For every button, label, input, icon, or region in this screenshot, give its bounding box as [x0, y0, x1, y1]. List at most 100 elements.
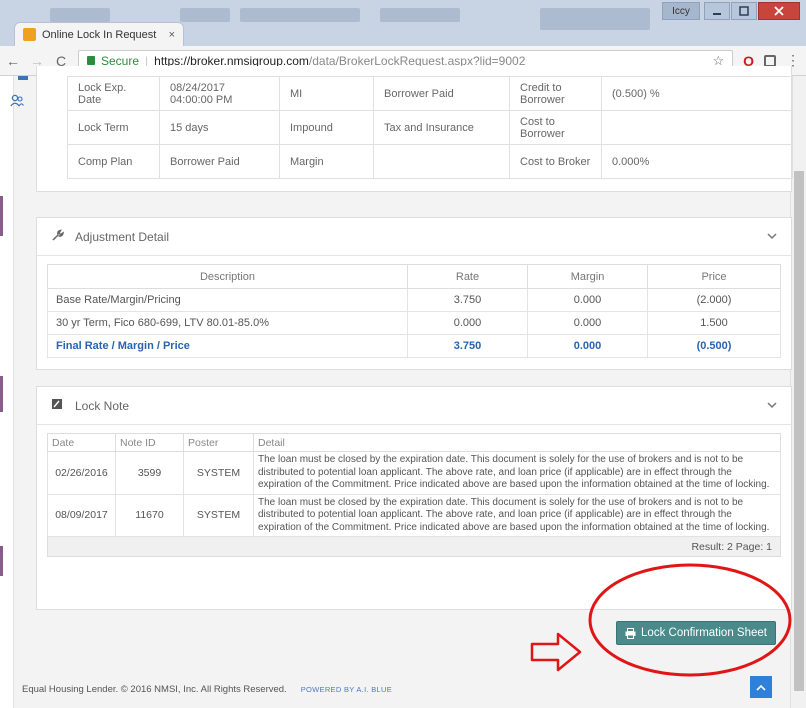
lock-icon — [87, 56, 95, 65]
window-controls: Iccy — [662, 2, 800, 20]
note-date: 08/09/2017 — [47, 493, 116, 537]
blurred-background — [240, 8, 360, 22]
info-label: Cost to Borrower — [509, 110, 602, 145]
table-row: Base Rate/Margin/Pricing 3.750 0.000 (2.… — [47, 288, 781, 312]
info-row: Comp Plan Borrower Paid Margin Cost to Brok… — [67, 144, 793, 179]
info-value: (0.500) % — [601, 76, 793, 111]
final-rate-row: Final Rate / Margin / Price 3.750 0.000 … — [47, 334, 781, 358]
chevron-down-icon[interactable] — [767, 400, 777, 412]
footer-copyright: Equal Housing Lender. © 2016 NMSI, Inc. … — [22, 684, 287, 695]
chevron-down-icon[interactable] — [767, 231, 777, 243]
lock-info-table: Lock Exp. Date 08/24/2017 04:00:00 PM MI Bo… — [67, 76, 793, 179]
adjustment-rate: 0.000 — [407, 311, 528, 335]
adjustment-rate: 3.750 — [407, 288, 528, 312]
final-rate: 3.750 — [407, 334, 528, 358]
info-row: Lock Exp. Date 08/24/2017 04:00:00 PM MI Bo… — [67, 76, 793, 111]
adjustment-description: Base Rate/Margin/Pricing — [47, 288, 408, 312]
maximize-icon — [739, 6, 749, 16]
note-poster: SYSTEM — [183, 493, 254, 537]
info-value — [373, 144, 510, 179]
adjustment-detail-panel: Adjustment Detail Description Rate Margi… — [36, 217, 792, 370]
col-header-detail: Detail — [253, 433, 781, 452]
note-poster: SYSTEM — [183, 451, 254, 495]
left-marker — [0, 546, 3, 576]
col-header-note-id: Note ID — [115, 433, 184, 452]
col-header-rate: Rate — [407, 264, 528, 289]
tab-title: Online Lock In Request — [42, 28, 157, 41]
info-value: Tax and Insurance — [373, 110, 510, 145]
browser-titlebar: Online Lock In Request × Iccy — [0, 0, 806, 46]
final-price: (0.500) — [647, 334, 781, 358]
info-value: Borrower Paid — [159, 144, 280, 179]
extension-icon[interactable] — [764, 54, 776, 67]
adjustment-margin: 0.000 — [527, 288, 648, 312]
lock-note-header[interactable]: Lock Note — [37, 387, 791, 425]
col-header-poster: Poster — [183, 433, 254, 452]
info-label: Lock Exp. Date — [67, 76, 160, 111]
col-header-price: Price — [647, 264, 781, 289]
close-icon — [774, 6, 784, 16]
users-icon[interactable] — [10, 94, 24, 108]
browser-tab[interactable]: Online Lock In Request × — [14, 22, 184, 46]
lock-note-panel: Lock Note Date Note ID Poster Detail 02/… — [36, 386, 792, 610]
minimize-icon — [713, 13, 721, 15]
pagination-result: Result: 2 Page: 1 — [47, 537, 781, 557]
left-marker — [0, 376, 3, 412]
table-row: 08/09/2017 11670 SYSTEM The loan must be… — [47, 493, 781, 537]
lock-note-title: Lock Note — [75, 398, 130, 413]
info-value: 0.000% — [601, 144, 793, 179]
note-detail: The loan must be closed by the expiratio… — [253, 451, 781, 495]
info-value: 15 days — [159, 110, 280, 145]
page-footer: Equal Housing Lender. © 2016 NMSI, Inc. … — [22, 684, 392, 695]
left-marker — [0, 196, 3, 236]
adjustment-table: Description Rate Margin Price Base Rate/… — [47, 264, 781, 358]
info-label: Margin — [279, 144, 374, 179]
info-label: Impound — [279, 110, 374, 145]
final-description: Final Rate / Margin / Price — [47, 334, 408, 358]
blurred-background — [540, 8, 650, 30]
tab-close-icon[interactable]: × — [169, 29, 175, 41]
site-favicon-icon — [23, 28, 36, 41]
left-edge-bar — [0, 76, 14, 708]
info-label: Comp Plan — [67, 144, 160, 179]
print-icon — [625, 627, 636, 639]
info-value: Borrower Paid — [373, 76, 510, 111]
info-label: Credit to Borrower — [509, 76, 602, 111]
info-value — [601, 110, 793, 145]
chevron-up-icon — [756, 684, 766, 691]
back-button[interactable]: ← — [6, 53, 20, 69]
adjustment-price: (2.000) — [647, 288, 781, 312]
scroll-to-top-button[interactable] — [750, 676, 772, 698]
profile-button[interactable]: Iccy — [662, 2, 700, 20]
close-window-button[interactable] — [758, 2, 800, 20]
note-id: 3599 — [115, 451, 184, 495]
wrench-icon — [51, 229, 65, 245]
adjustment-margin: 0.000 — [527, 311, 648, 335]
note-icon — [51, 398, 65, 413]
lock-confirmation-sheet-button[interactable]: Lock Confirmation Sheet — [616, 621, 776, 645]
info-value: 08/24/2017 04:00:00 PM — [159, 76, 280, 111]
adjustment-detail-header[interactable]: Adjustment Detail — [37, 218, 791, 256]
page-viewport: Lock Exp. Date 08/24/2017 04:00:00 PM MI Bo… — [0, 66, 806, 708]
adjustment-description: 30 yr Term, Fico 680-699, LTV 80.01-85.0… — [47, 311, 408, 335]
info-label: Cost to Broker — [509, 144, 602, 179]
lock-note-table: Date Note ID Poster Detail 02/26/2016 35… — [47, 433, 781, 537]
final-margin: 0.000 — [527, 334, 648, 358]
adjustment-price: 1.500 — [647, 311, 781, 335]
info-label: Lock Term — [67, 110, 160, 145]
col-header-margin: Margin — [527, 264, 648, 289]
table-row: 30 yr Term, Fico 680-699, LTV 80.01-85.0… — [47, 311, 781, 335]
col-header-description: Description — [47, 264, 408, 289]
maximize-button[interactable] — [731, 2, 757, 20]
col-header-date: Date — [47, 433, 116, 452]
note-date: 02/26/2016 — [47, 451, 116, 495]
footer-powered-by[interactable]: POWERED BY A.I. BLUE — [301, 684, 392, 695]
note-detail: The loan must be closed by the expiratio… — [253, 493, 781, 537]
minimize-button[interactable] — [704, 2, 730, 20]
table-row: 02/26/2016 3599 SYSTEM The loan must be … — [47, 451, 781, 495]
scrollbar-thumb[interactable] — [794, 171, 804, 691]
info-label: MI — [279, 76, 374, 111]
blurred-background — [180, 8, 230, 22]
lock-info-panel: Lock Exp. Date 08/24/2017 04:00:00 PM MI Bo… — [36, 66, 793, 192]
info-row: Lock Term 15 days Impound Tax and Insurance… — [67, 110, 793, 145]
